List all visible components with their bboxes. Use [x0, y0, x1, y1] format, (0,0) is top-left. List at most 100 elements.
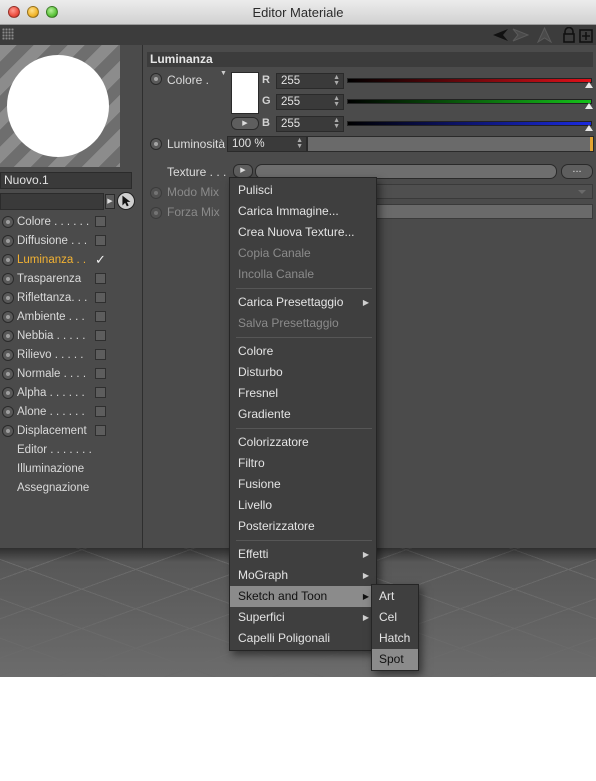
menu-item[interactable]: Effetti ▶	[230, 544, 376, 565]
menu-item[interactable]: Sketch and Toon ▶	[230, 586, 376, 607]
channel-item[interactable]: Nebbia . . . . .	[0, 327, 143, 346]
menu-item[interactable]: Fresnel	[230, 383, 376, 404]
mix-strength-anim-radio[interactable]	[150, 207, 162, 219]
expand-arrow-icon[interactable]: ▶	[105, 194, 115, 209]
channel-checkbox[interactable]	[95, 349, 106, 360]
submenu-item[interactable]: Art	[372, 586, 418, 607]
channel-anim-radio[interactable]	[2, 330, 14, 342]
texture-browse-button[interactable]: ...	[561, 164, 593, 179]
channel-item[interactable]: Displacement	[0, 422, 143, 441]
color-mode-arrow-icon[interactable]: ▼	[220, 70, 227, 77]
channel-anim-radio[interactable]	[2, 406, 14, 418]
channel-checkbox[interactable]	[95, 387, 106, 398]
channel-item[interactable]: Ambiente . . .	[0, 308, 143, 327]
grip-icon[interactable]	[2, 28, 14, 40]
lock-icon[interactable]	[561, 27, 578, 43]
menu-item[interactable]: Gradiente	[230, 404, 376, 425]
channel-anim-radio[interactable]	[2, 273, 14, 285]
channel-anim-radio[interactable]	[2, 368, 14, 380]
submenu-item[interactable]: Hatch	[372, 628, 418, 649]
channel-checkbox[interactable]	[95, 406, 106, 417]
color-swatch[interactable]	[231, 72, 259, 114]
channel-anim-radio[interactable]	[2, 311, 14, 323]
channel-checkbox[interactable]	[95, 292, 106, 303]
panel-item[interactable]: Editor . . . . . . .	[0, 441, 143, 460]
menu-item[interactable]: Posterizzatore	[230, 516, 376, 537]
menu-item[interactable]: Colore	[230, 341, 376, 362]
mix-strength-slider[interactable]	[376, 204, 593, 219]
channel-anim-radio[interactable]	[2, 349, 14, 361]
color-picker-button[interactable]: ▶	[231, 117, 259, 130]
r-spinner-icon[interactable]: ▲ ▼	[333, 74, 340, 87]
mix-mode-label: Modo Mix	[167, 185, 220, 199]
channel-item[interactable]: Diffusione . . .	[0, 232, 143, 251]
submenu-item[interactable]: Cel	[372, 607, 418, 628]
g-spinner-icon[interactable]: ▲ ▼	[333, 95, 340, 108]
channel-item[interactable]: Luminanza . . ✓	[0, 251, 143, 270]
menu-item[interactable]: Carica Immagine...	[230, 201, 376, 222]
b-spinner-icon[interactable]: ▲ ▼	[333, 117, 340, 130]
new-window-icon[interactable]	[578, 27, 595, 43]
g-slider[interactable]	[347, 99, 593, 109]
title-bar[interactable]: Editor Materiale	[0, 0, 596, 25]
menu-item[interactable]: Carica Presettaggio ▶	[230, 292, 376, 313]
menu-item[interactable]: MoGraph ▶	[230, 565, 376, 586]
menu-item[interactable]: Disturbo	[230, 362, 376, 383]
channel-checkbox[interactable]	[95, 311, 106, 322]
channel-checkbox[interactable]	[95, 235, 106, 246]
channel-anim-radio[interactable]	[2, 425, 14, 437]
luminosity-anim-radio[interactable]	[150, 138, 162, 150]
b-field[interactable]: 255 ▲ ▼	[276, 116, 344, 132]
channel-item[interactable]: Alpha . . . . . .	[0, 384, 143, 403]
r-field[interactable]: 255 ▲ ▼	[276, 73, 344, 89]
channel-item[interactable]: Trasparenza	[0, 270, 143, 289]
channel-item[interactable]: Normale . . . .	[0, 365, 143, 384]
menu-item[interactable]: Fusione	[230, 474, 376, 495]
channel-checkbox[interactable]	[95, 330, 106, 341]
material-preview[interactable]	[0, 45, 120, 167]
channel-item[interactable]: Rilievo . . . . .	[0, 346, 143, 365]
menu-item[interactable]: Superfici ▶	[230, 607, 376, 628]
panel-item[interactable]: Assegnazione	[0, 479, 143, 498]
channel-item[interactable]: Colore . . . . . .	[0, 213, 143, 232]
channel-anim-radio[interactable]	[2, 235, 14, 247]
channel-item[interactable]: Alone . . . . . .	[0, 403, 143, 422]
menu-item[interactable]: Filtro	[230, 453, 376, 474]
menu-item[interactable]: Colorizzatore	[230, 432, 376, 453]
menu-item[interactable]: Crea Nuova Texture...	[230, 222, 376, 243]
menu-item[interactable]: Livello	[230, 495, 376, 516]
channel-anim-radio[interactable]	[2, 254, 14, 266]
submenu-item[interactable]: Spot	[372, 649, 418, 670]
b-slider-knob[interactable]	[585, 125, 593, 131]
menu-item[interactable]: Pulisci	[230, 180, 376, 201]
luminosity-slider[interactable]	[307, 136, 594, 152]
material-name-field[interactable]: Nuovo.1	[0, 172, 132, 189]
channel-checkbox[interactable]: ✓	[95, 253, 106, 266]
back-arrow-icon[interactable]	[492, 27, 509, 43]
g-field[interactable]: 255 ▲ ▼	[276, 94, 344, 110]
channel-checkbox[interactable]	[95, 368, 106, 379]
material-filter-field[interactable]	[0, 193, 104, 210]
forward-arrow-icon[interactable]	[512, 27, 529, 43]
g-slider-knob[interactable]	[585, 103, 593, 109]
channel-checkbox[interactable]	[95, 425, 106, 436]
mix-mode-select[interactable]	[376, 184, 593, 199]
channel-anim-radio[interactable]	[2, 387, 14, 399]
channel-anim-radio[interactable]	[2, 216, 14, 228]
up-arrow-icon[interactable]	[536, 27, 553, 43]
cursor-icon[interactable]	[117, 192, 135, 210]
luminosity-field[interactable]: 100 % ▲ ▼	[227, 136, 307, 152]
texture-menu-button[interactable]: ▶	[233, 164, 253, 178]
b-slider[interactable]	[347, 121, 593, 131]
luminosity-spinner-icon[interactable]: ▲ ▼	[296, 137, 303, 150]
color-anim-radio[interactable]	[150, 73, 162, 85]
channel-checkbox[interactable]	[95, 273, 106, 284]
channel-checkbox[interactable]	[95, 216, 106, 227]
channel-anim-radio[interactable]	[2, 292, 14, 304]
r-slider[interactable]	[347, 78, 593, 88]
menu-item[interactable]: Capelli Poligonali	[230, 628, 376, 649]
mix-mode-anim-radio[interactable]	[150, 187, 162, 199]
r-slider-knob[interactable]	[585, 82, 593, 88]
channel-item[interactable]: Riflettanza. . .	[0, 289, 143, 308]
panel-item[interactable]: Illuminazione	[0, 460, 143, 479]
